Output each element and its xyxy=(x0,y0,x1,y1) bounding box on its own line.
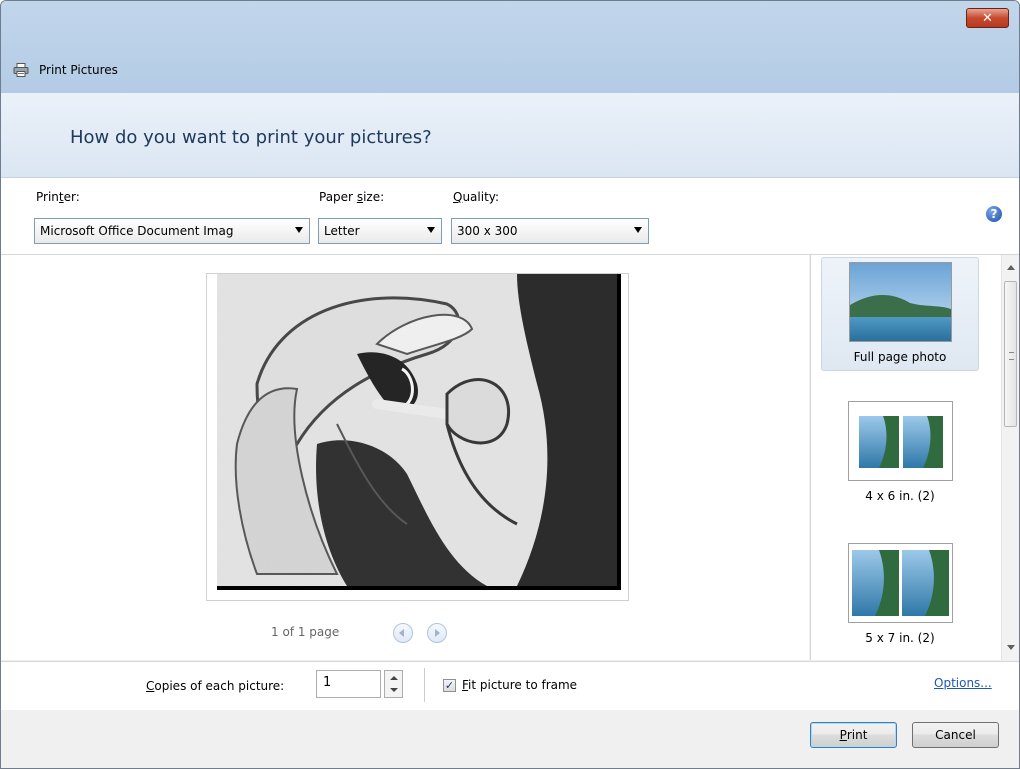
fit-to-frame-label[interactable]: Fit picture to frame xyxy=(462,678,577,692)
printer-label-text: Prin xyxy=(36,190,59,204)
chevron-down-icon xyxy=(634,227,642,233)
scroll-down-arrow-icon[interactable] xyxy=(1007,645,1015,650)
quality-dropdown[interactable]: 300 x 300 xyxy=(451,218,649,244)
fit-to-frame-checkbox[interactable]: ✓ xyxy=(443,679,456,692)
print-button-accesskey: P xyxy=(839,728,847,742)
print-preview: 1 of 1 page xyxy=(1,255,809,660)
dialog-footer: Print Cancel xyxy=(1,710,1019,768)
close-button[interactable]: ✕ xyxy=(966,8,1009,28)
instruction-header: How do you want to print your pictures? xyxy=(1,93,1019,178)
fit-label-text: it picture to frame xyxy=(468,678,578,692)
layout-item-4x6[interactable]: 4 x 6 in. (2) xyxy=(821,401,979,515)
page-counter: 1 of 1 page xyxy=(271,625,340,639)
layout-thumbnail xyxy=(847,401,953,481)
scroll-up-arrow-icon[interactable] xyxy=(1007,265,1015,270)
preview-page xyxy=(206,273,629,601)
paper-size-label-text: Paper xyxy=(319,190,357,204)
paper-size-label-text-end: ize: xyxy=(363,190,385,204)
print-pictures-dialog: ✕ Print Pictures How do you want to prin… xyxy=(0,0,1020,769)
chevron-down-icon xyxy=(427,227,435,233)
layout-label: 4 x 6 in. (2) xyxy=(865,489,935,503)
copies-label: Copies of each picture: xyxy=(146,679,284,693)
layout-thumbnail xyxy=(847,543,953,623)
print-button[interactable]: Print xyxy=(810,722,897,748)
print-settings: Printer: Microsoft Office Document Imag … xyxy=(1,178,1019,255)
printer-dropdown[interactable]: Microsoft Office Document Imag xyxy=(34,218,310,244)
scroll-thumb[interactable] xyxy=(1004,281,1017,427)
printer-label-text-end: er: xyxy=(63,190,80,204)
close-icon: ✕ xyxy=(982,10,993,26)
divider xyxy=(424,668,425,702)
next-page-button[interactable] xyxy=(427,623,447,643)
layout-label: 5 x 7 in. (2) xyxy=(865,631,935,645)
window-title: Print Pictures xyxy=(39,63,118,77)
grip-icon xyxy=(1009,352,1014,360)
paper-size-label: Paper size: xyxy=(319,190,384,204)
previous-page-button[interactable] xyxy=(393,623,413,643)
paper-size-value: Letter xyxy=(324,224,360,238)
title-bar: ✕ Print Pictures xyxy=(1,1,1019,93)
preview-photo xyxy=(217,274,617,586)
layout-thumbnail xyxy=(848,262,952,342)
instruction-text: How do you want to print your pictures? xyxy=(70,127,432,148)
options-link[interactable]: Options... xyxy=(934,676,992,690)
title-row: Print Pictures xyxy=(13,63,118,77)
printer-label: Printer: xyxy=(36,190,80,204)
quality-label: Quality: xyxy=(453,190,499,204)
copies-spinner[interactable] xyxy=(384,670,403,698)
layout-scrollbar[interactable] xyxy=(1001,255,1019,660)
layout-label: Full page photo xyxy=(853,350,947,364)
copies-label-text: opies of each picture: xyxy=(154,679,285,693)
help-icon[interactable]: ? xyxy=(986,206,1002,222)
layout-item-full-page-photo[interactable]: Full page photo xyxy=(821,257,979,371)
layout-list: Full page photo 4 x 6 in. (2) 5 x 7 in. … xyxy=(810,255,1019,660)
paper-size-dropdown[interactable]: Letter xyxy=(318,218,442,244)
cancel-button[interactable]: Cancel xyxy=(912,722,999,748)
cancel-button-label: Cancel xyxy=(935,728,976,742)
quality-value: 300 x 300 xyxy=(457,224,518,238)
printer-value: Microsoft Office Document Imag xyxy=(40,224,234,238)
copies-input[interactable]: 1 xyxy=(316,670,381,698)
quality-label-text: uality: xyxy=(462,190,500,204)
printer-icon xyxy=(13,63,29,77)
print-options-bar: Copies of each picture: 1 ✓ Fit picture … xyxy=(1,661,1019,711)
chevron-down-icon xyxy=(295,227,303,233)
print-button-label: rint xyxy=(846,728,868,742)
layout-item-5x7[interactable]: 5 x 7 in. (2) xyxy=(821,543,979,657)
